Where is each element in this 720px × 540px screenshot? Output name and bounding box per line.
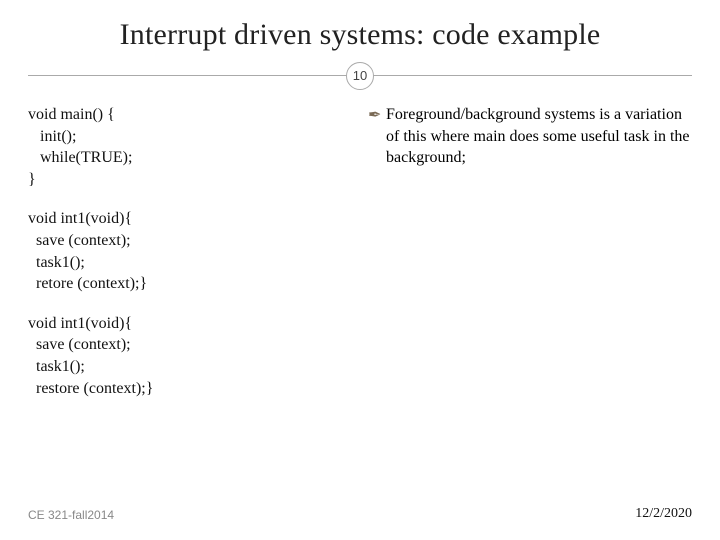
left-column: void main() { init(); while(TRUE); } voi…: [28, 104, 360, 399]
code-line: task1();: [28, 356, 350, 378]
code-block-main: void main() { init(); while(TRUE); }: [28, 104, 350, 190]
slide-title: Interrupt driven systems: code example: [0, 0, 720, 62]
bullet-item: ✒ Foreground/background systems is a var…: [368, 104, 692, 169]
code-line: void int1(void){: [28, 313, 350, 335]
code-line: init();: [28, 126, 350, 148]
code-block-int1a: void int1(void){ save (context); task1()…: [28, 208, 350, 294]
slide: Interrupt driven systems: code example 1…: [0, 0, 720, 540]
code-line: while(TRUE);: [28, 147, 350, 169]
footer-course: CE 321-fall2014: [28, 508, 114, 522]
code-line: restore (context);}: [28, 378, 350, 400]
title-rule: 10: [28, 62, 692, 90]
code-line: void int1(void){: [28, 208, 350, 230]
code-block-int1b: void int1(void){ save (context); task1()…: [28, 313, 350, 399]
content-columns: void main() { init(); while(TRUE); } voi…: [0, 98, 720, 399]
slide-number-badge: 10: [346, 62, 374, 90]
code-line: }: [28, 169, 350, 191]
code-line: retore (context);}: [28, 273, 350, 295]
code-line: save (context);: [28, 230, 350, 252]
right-column: ✒ Foreground/background systems is a var…: [360, 104, 692, 399]
bullet-text: Foreground/background systems is a varia…: [386, 104, 692, 169]
code-line: task1();: [28, 252, 350, 274]
code-line: save (context);: [28, 334, 350, 356]
footer-date: 12/2/2020: [635, 506, 692, 522]
code-line: void main() {: [28, 104, 350, 126]
bullet-marker-icon: ✒: [368, 104, 386, 169]
